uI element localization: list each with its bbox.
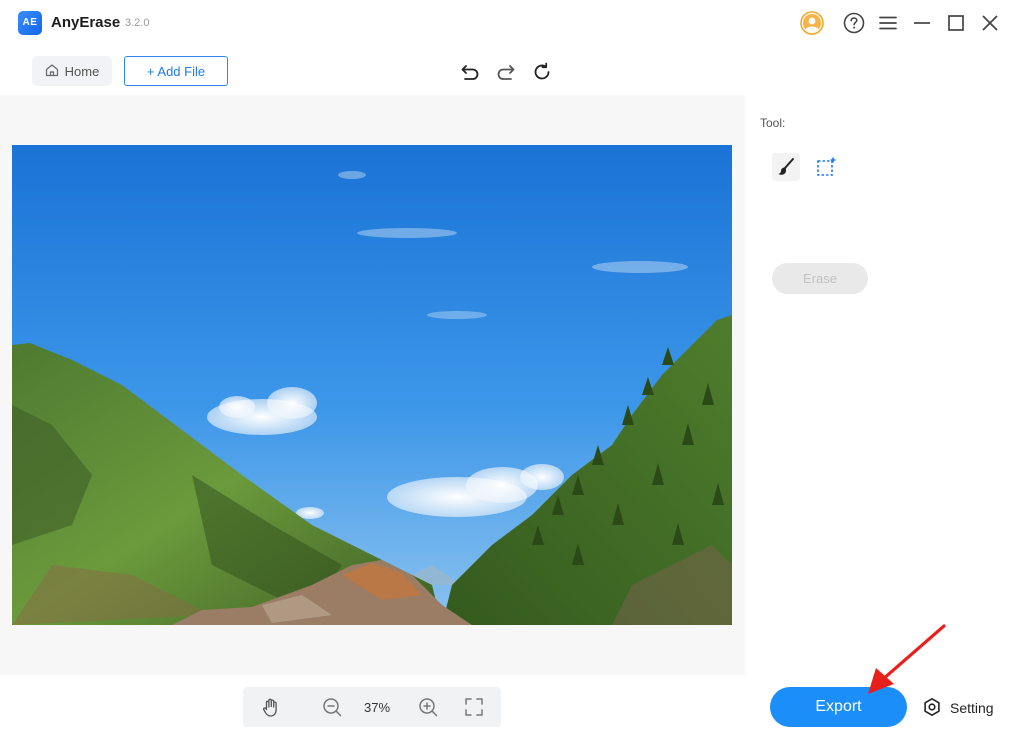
export-button[interactable]: Export	[770, 687, 907, 727]
tool-label: Tool:	[760, 116, 786, 130]
app-name: AnyErase	[51, 14, 121, 31]
app-version: 3.2.0	[125, 17, 150, 29]
erase-button[interactable]: Erase	[772, 263, 868, 294]
zoom-out-icon[interactable]	[320, 695, 344, 719]
undo-icon[interactable]	[457, 59, 483, 85]
maximize-icon[interactable]	[944, 11, 968, 35]
add-file-button[interactable]: + Add File	[124, 56, 228, 86]
home-icon	[45, 63, 59, 80]
setting-label: Setting	[950, 700, 994, 716]
redo-icon[interactable]	[493, 59, 519, 85]
reset-icon[interactable]	[529, 59, 555, 85]
menu-icon[interactable]	[876, 11, 900, 35]
zoom-level: 37%	[364, 700, 391, 715]
title-bar: AE AnyErase 3.2.0	[0, 0, 1024, 46]
hand-icon[interactable]	[259, 695, 283, 719]
close-icon[interactable]	[978, 11, 1002, 35]
fit-screen-icon[interactable]	[462, 695, 486, 719]
account-icon[interactable]	[800, 11, 824, 35]
setting-button[interactable]: Setting	[922, 696, 994, 720]
app-logo: AE	[18, 11, 42, 35]
mountain-valley-photo[interactable]	[12, 145, 732, 625]
rectangle-select-icon[interactable]	[812, 153, 840, 181]
zoom-in-icon[interactable]	[416, 695, 440, 719]
home-label: Home	[64, 63, 100, 79]
app-window: AE AnyErase 3.2.0 Home + Add File Tool: …	[0, 0, 1024, 738]
brush-icon[interactable]	[772, 153, 800, 181]
home-button[interactable]: Home	[32, 56, 112, 86]
help-icon[interactable]	[842, 11, 866, 35]
tool-panel	[745, 95, 1024, 675]
minimize-icon[interactable]	[910, 11, 934, 35]
gear-icon	[922, 697, 942, 720]
